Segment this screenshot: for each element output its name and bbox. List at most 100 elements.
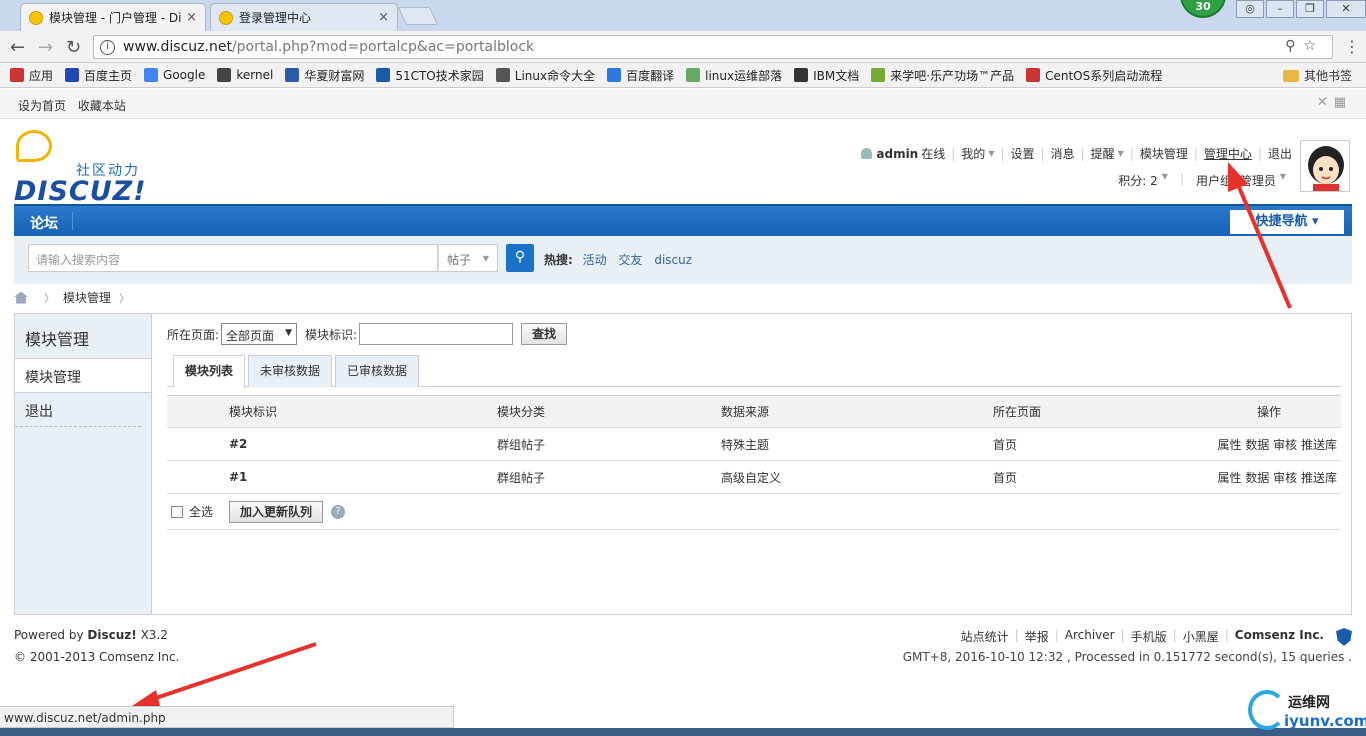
module-id-input[interactable] <box>359 323 514 345</box>
tab-module-management[interactable]: 模块管理 - 门户管理 - Di × <box>20 3 206 31</box>
my-link[interactable]: 我的 <box>961 145 985 162</box>
bookmark-item[interactable]: 来学吧·乐产功场™产品 <box>871 67 1014 84</box>
hot-search-item[interactable]: discuz <box>654 253 692 267</box>
module-management-link[interactable]: 模块管理 <box>1140 145 1188 162</box>
username-link[interactable]: admin <box>876 147 918 161</box>
close-icon[interactable]: × <box>378 10 389 25</box>
notification-badge[interactable]: 30 <box>1180 0 1226 18</box>
footer-archiver-link[interactable]: Archiver <box>1065 628 1115 645</box>
set-home-link[interactable]: 设为首页 <box>18 99 66 113</box>
find-button[interactable]: 查找 <box>521 323 568 345</box>
browser-tab-strip: 模块管理 - 门户管理 - Di × 登录管理中心 × 30 ◎ – ❐ ✕ <box>0 0 1366 31</box>
hot-search: 热搜: 活动 交友 discuz <box>544 251 700 268</box>
bookmark-item[interactable]: CentOS系列启动流程 <box>1026 67 1162 84</box>
bookmark-item[interactable]: kernel <box>217 68 273 82</box>
nav-forum[interactable]: 论坛 <box>30 213 58 233</box>
bookmark-item[interactable]: 华夏财富网 <box>285 67 364 84</box>
discuz-logo[interactable]: 社区动力 DISCUZ! <box>14 130 154 207</box>
module-category: 群组帖子 <box>497 470 546 485</box>
user-icon[interactable]: ◎ <box>1236 0 1264 18</box>
close-icon[interactable]: × <box>186 10 197 25</box>
messages-link[interactable]: 消息 <box>1051 145 1075 162</box>
new-tab-button[interactable] <box>397 7 439 25</box>
close-window-icon[interactable]: ✕ <box>1326 0 1366 18</box>
product-link[interactable]: Discuz! <box>87 628 136 642</box>
select-all-checkbox[interactable] <box>171 505 183 518</box>
bookmark-label: IBM文档 <box>813 68 860 83</box>
reload-icon[interactable]: ↻ <box>66 37 81 58</box>
bookmark-item[interactable]: 百度主页 <box>65 67 132 84</box>
quick-nav-button[interactable]: 快捷导航 ▾ <box>1230 210 1344 234</box>
usergroup-link[interactable]: 用户组: 管理员 <box>1196 172 1276 189</box>
header-ops: 操作 <box>1257 405 1282 419</box>
sidebar-item-logout[interactable]: 退出 <box>15 393 141 427</box>
tab-admin-login[interactable]: 登录管理中心 × <box>210 3 398 31</box>
home-icon[interactable] <box>14 291 28 304</box>
module-ops[interactable]: 属性 数据 审核 推送库 <box>1217 469 1341 486</box>
module-page[interactable]: 首页 <box>993 469 1217 486</box>
help-icon[interactable]: ? <box>331 504 346 519</box>
copyright[interactable]: © 2001-2013 Comsenz Inc. <box>14 650 179 664</box>
reminders-link[interactable]: 提醒 <box>1091 145 1115 162</box>
bookmark-item[interactable]: 51CTO技术家园 <box>376 67 484 84</box>
page-filter-label: 所在页面: <box>167 327 220 342</box>
hot-search-label: 热搜: <box>544 253 573 267</box>
other-bookmarks[interactable]: 其他书签 <box>1282 67 1352 84</box>
page-filter-select[interactable]: 全部页面 ▼ <box>221 323 298 345</box>
tab-reviewed-data[interactable]: 已审核数据 <box>335 355 420 387</box>
content-area: 所在页面: 全部页面 ▼ 模块标识: 查找 模块列表 未审核数据 已审核数据 模块… <box>167 322 1341 530</box>
switch-width-icons[interactable]: ✕▦ <box>1317 95 1352 110</box>
tab-unreviewed-data[interactable]: 未审核数据 <box>248 355 333 387</box>
module-ops[interactable]: 属性 数据 审核 推送库 <box>1217 436 1341 453</box>
info-icon[interactable]: i <box>100 39 115 55</box>
breadcrumb-current[interactable]: 模块管理 <box>63 289 111 306</box>
table-row: #1 群组帖子 高级自定义 首页 属性 数据 审核 推送库 <box>167 461 1341 494</box>
admin-center-link[interactable]: 管理中心 <box>1204 145 1252 162</box>
search-button[interactable]: ⚲ <box>506 244 534 272</box>
logout-link[interactable]: 退出 <box>1268 145 1292 162</box>
search-input[interactable]: 请输入搜索内容 <box>28 244 438 272</box>
minimize-icon[interactable]: – <box>1266 0 1294 18</box>
key-star-icons[interactable]: ⚲☆ <box>1285 38 1324 54</box>
bookmark-label: kernel <box>236 68 274 82</box>
select-all-label[interactable]: 全选 <box>189 503 213 520</box>
bookmark-item[interactable]: Google <box>144 68 205 82</box>
bookmark-item[interactable]: Linux命令大全 <box>495 67 595 84</box>
search-type-select[interactable]: 帖子 ▼ <box>438 244 498 272</box>
filter-form: 所在页面: 全部页面 ▼ 模块标识: 查找 <box>167 322 1341 346</box>
bookmark-item[interactable]: IBM文档 <box>794 67 859 84</box>
add-update-queue-button[interactable]: 加入更新队列 <box>229 500 324 523</box>
online-status[interactable]: 在线 <box>921 145 945 162</box>
hot-search-item[interactable]: 活动 <box>583 253 607 267</box>
module-id[interactable]: #1 <box>229 470 247 484</box>
window-controls: ◎ – ❐ ✕ <box>1234 0 1366 18</box>
footer-stats-link[interactable]: 站点统计 <box>961 628 1009 645</box>
avatar[interactable] <box>1300 140 1350 192</box>
sidebar-item-module-management[interactable]: 模块管理 <box>15 359 151 393</box>
bookmark-item[interactable]: 应用 <box>10 67 53 84</box>
company-link[interactable]: Comsenz Inc. <box>1235 628 1324 645</box>
module-category: 群组帖子 <box>497 437 546 452</box>
bookmark-item[interactable]: linux运维部落 <box>686 67 782 84</box>
bookmark-site-link[interactable]: 收藏本站 <box>78 99 126 113</box>
bookmark-item[interactable]: 百度翻译 <box>607 67 674 84</box>
footer-report-link[interactable]: 举报 <box>1025 628 1049 645</box>
watermark-en: iyunv.com <box>1284 712 1366 730</box>
menu-icon[interactable]: ⋮ <box>1344 37 1360 56</box>
restore-icon[interactable]: ❐ <box>1296 0 1324 18</box>
shield-icon[interactable] <box>1336 628 1352 646</box>
back-arrow-icon[interactable]: ← <box>10 37 25 58</box>
settings-link[interactable]: 设置 <box>1011 145 1035 162</box>
module-id[interactable]: #2 <box>229 437 247 451</box>
tab-module-list[interactable]: 模块列表 <box>173 355 246 388</box>
url-input[interactable]: i www.discuz.net /portal.php?mod=portalc… <box>93 35 1333 59</box>
search-bar: 请输入搜索内容 帖子 ▼ ⚲ 热搜: 活动 交友 discuz <box>14 236 1352 284</box>
forward-arrow-icon[interactable]: → <box>38 37 53 58</box>
chevron-down-icon: ▼ <box>482 254 489 263</box>
points-link[interactable]: 积分: 2 <box>1118 172 1158 189</box>
hot-search-item[interactable]: 交友 <box>618 253 642 267</box>
bookmark-icon <box>65 68 80 82</box>
footer-blacklist-link[interactable]: 小黑屋 <box>1183 628 1219 645</box>
footer-mobile-link[interactable]: 手机版 <box>1131 628 1167 645</box>
module-page[interactable]: 首页 <box>993 436 1217 453</box>
